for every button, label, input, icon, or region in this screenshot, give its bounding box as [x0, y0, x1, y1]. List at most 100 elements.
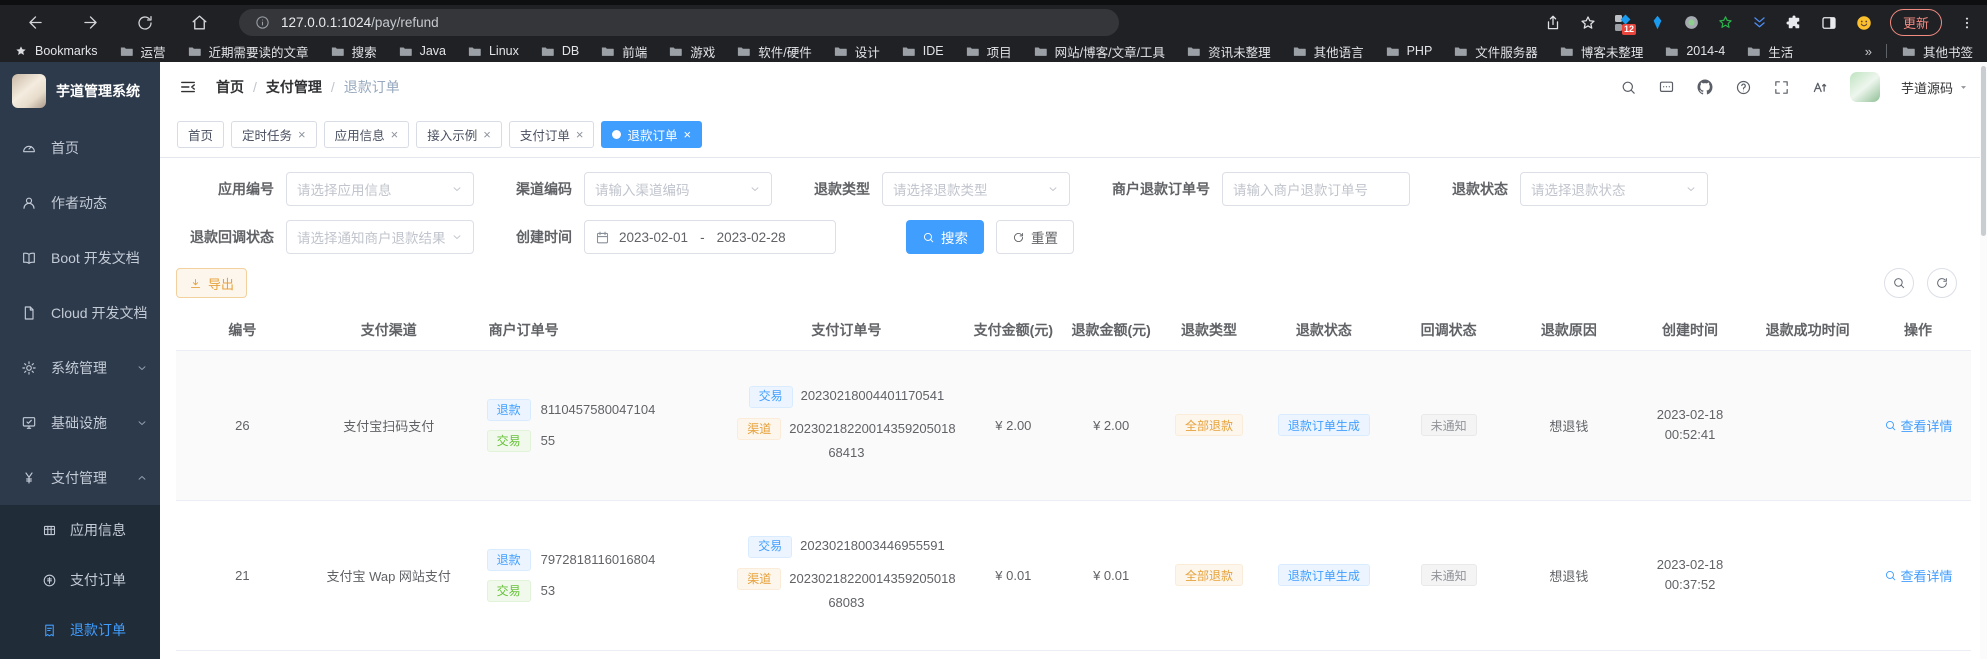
bookmark-folder-item[interactable]: 近期需要读的文章 — [187, 42, 309, 61]
status-badge: 退款 — [487, 549, 531, 571]
github-icon[interactable] — [1696, 78, 1714, 96]
extension-star-icon[interactable] — [1717, 14, 1734, 31]
bookmark-folder-item[interactable]: 项目 — [965, 42, 1012, 61]
side-panel-icon[interactable] — [1820, 14, 1838, 32]
chrome-menu-icon[interactable] — [1959, 15, 1975, 31]
share-icon[interactable] — [1544, 14, 1562, 32]
bookmark-folder-item[interactable]: Linux — [467, 44, 519, 59]
sidebar-item[interactable]: 支付管理 — [0, 450, 160, 505]
tab-close-icon[interactable]: × — [683, 128, 691, 141]
breadcrumb-pay[interactable]: 支付管理 — [266, 77, 322, 97]
sidebar-subitem-label: 支付订单 — [70, 570, 126, 590]
sidebar-subitem[interactable]: 支付订单 — [0, 555, 160, 605]
tab-item[interactable]: 接入示例× — [416, 121, 502, 148]
sidebar-item[interactable]: 首页 — [0, 120, 160, 175]
filter-input[interactable]: 请输入商户退款订单号 — [1222, 172, 1410, 206]
filter-select[interactable]: 请选择退款状态 — [1520, 172, 1708, 206]
sidebar-collapse-icon[interactable] — [178, 77, 198, 97]
address-bar[interactable]: 127.0.0.1:1024/pay/refund — [239, 9, 1119, 36]
reload-button[interactable] — [136, 14, 154, 32]
search-button[interactable]: 搜索 — [906, 220, 984, 254]
tab-item[interactable]: 定时任务× — [231, 121, 317, 148]
bookmark-folder-item[interactable]: 前端 — [600, 42, 647, 61]
message-icon[interactable] — [1658, 79, 1675, 96]
status-badge: 交易 — [487, 580, 531, 602]
bookmark-folder-item[interactable]: PHP — [1385, 44, 1433, 59]
home-button[interactable] — [190, 13, 209, 32]
bookmark-label: 2014-4 — [1686, 44, 1725, 58]
bookmark-folder-item[interactable]: DB — [540, 44, 579, 59]
tab-close-icon[interactable]: × — [391, 128, 399, 141]
sidebar-item[interactable]: 作者动态 — [0, 175, 160, 230]
bookmarks-overflow-chevron[interactable]: » — [1865, 44, 1872, 59]
bookmark-folder-item[interactable]: 生活 — [1746, 42, 1793, 61]
help-icon[interactable] — [1735, 79, 1752, 96]
export-button[interactable]: 导出 — [176, 268, 247, 298]
filter-select[interactable]: 请选择退款类型 — [882, 172, 1070, 206]
bookmark-folder-item[interactable]: 设计 — [833, 42, 880, 61]
view-details-link[interactable]: 查看详情 — [1884, 416, 1953, 435]
sidebar-item[interactable]: 系统管理 — [0, 340, 160, 395]
profile-avatar-icon[interactable] — [1855, 14, 1873, 32]
font-size-icon[interactable] — [1811, 78, 1829, 96]
filter-select[interactable]: 请输入渠道编码 — [584, 172, 772, 206]
site-info-icon[interactable] — [255, 15, 270, 30]
bookmark-folder-item[interactable]: 2014-4 — [1664, 44, 1725, 59]
reset-button[interactable]: 重置 — [996, 220, 1074, 254]
chrome-update-button[interactable]: 更新 — [1890, 9, 1942, 36]
scrollbar[interactable] — [1980, 62, 1987, 659]
tab-item[interactable]: 支付订单× — [509, 121, 595, 148]
bookmark-folder-item[interactable]: 运营 — [119, 42, 166, 61]
bookmarks-root[interactable]: Bookmarks — [14, 44, 98, 58]
folder-icon — [1033, 44, 1048, 59]
bookmark-folder-item[interactable]: 博客未整理 — [1559, 42, 1644, 61]
bookmark-star-icon[interactable] — [1579, 14, 1597, 32]
scrollbar-thumb[interactable] — [1981, 66, 1986, 236]
bookmark-folder-item[interactable]: 游戏 — [668, 42, 715, 61]
sidebar-subitem[interactable]: 退款订单 — [0, 605, 160, 655]
sidebar-subitem[interactable]: 应用信息 — [0, 505, 160, 555]
bookmark-folder-item[interactable]: 搜索 — [330, 42, 377, 61]
filter-select[interactable]: 请选择应用信息 — [286, 172, 474, 206]
app-logo[interactable]: 芋道管理系统 — [0, 62, 160, 120]
bookmark-folder-item[interactable]: Java — [398, 44, 446, 59]
forward-button[interactable] — [81, 13, 100, 32]
bookmark-folder-item[interactable]: 网站/博客/文章/工具 — [1033, 42, 1165, 61]
app-grid-icon — [42, 523, 57, 538]
other-bookmarks[interactable]: 其他书签 — [1901, 42, 1973, 61]
user-avatar[interactable] — [1850, 72, 1880, 102]
tab-item[interactable]: 退款订单× — [601, 121, 702, 148]
bookmark-label: Java — [420, 44, 446, 58]
date-range-input[interactable]: 2023-02-01 - 2023-02-28 — [584, 220, 836, 254]
bookmark-folder-item[interactable]: 软件/硬件 — [736, 42, 811, 61]
extensions-menu-icon[interactable] — [1785, 14, 1803, 32]
tab-close-icon[interactable]: × — [483, 128, 491, 141]
fullscreen-icon[interactable] — [1773, 79, 1790, 96]
bookmark-folder-item[interactable]: 资讯未整理 — [1186, 42, 1271, 61]
breadcrumb-home[interactable]: 首页 — [216, 77, 244, 97]
extension-kite-icon[interactable] — [1649, 14, 1666, 31]
tab-item[interactable]: 首页 — [177, 121, 224, 148]
tab-close-icon[interactable]: × — [576, 128, 584, 141]
bookmark-folder-item[interactable]: 文件服务器 — [1453, 42, 1538, 61]
sidebar-item[interactable]: Boot 开发文档 — [0, 230, 160, 285]
toggle-search-button[interactable] — [1884, 268, 1914, 298]
extension-blocker-icon[interactable]: 12 — [1614, 14, 1632, 32]
extension-circle-icon[interactable] — [1683, 14, 1700, 31]
cell-success-time — [1750, 500, 1865, 650]
view-details-link[interactable]: 查看详情 — [1884, 566, 1953, 585]
filter-select[interactable]: 请选择通知商户退款结果[ — [286, 220, 474, 254]
bookmark-folder-item[interactable]: IDE — [901, 44, 944, 59]
placeholder-text: 请输入渠道编码 — [595, 179, 690, 199]
search-icon[interactable] — [1620, 79, 1637, 96]
tab-close-icon[interactable]: × — [298, 128, 306, 141]
extension-chevron-icon[interactable] — [1751, 14, 1768, 31]
folder-icon — [1453, 44, 1468, 59]
sidebar-item[interactable]: Cloud 开发文档 — [0, 285, 160, 340]
user-menu[interactable]: 芋道源码 — [1901, 78, 1969, 97]
tab-item[interactable]: 应用信息× — [324, 121, 410, 148]
back-button[interactable] — [26, 13, 45, 32]
bookmark-folder-item[interactable]: 其他语言 — [1292, 42, 1364, 61]
refresh-table-button[interactable] — [1927, 268, 1957, 298]
sidebar-item[interactable]: 基础设施 — [0, 395, 160, 450]
